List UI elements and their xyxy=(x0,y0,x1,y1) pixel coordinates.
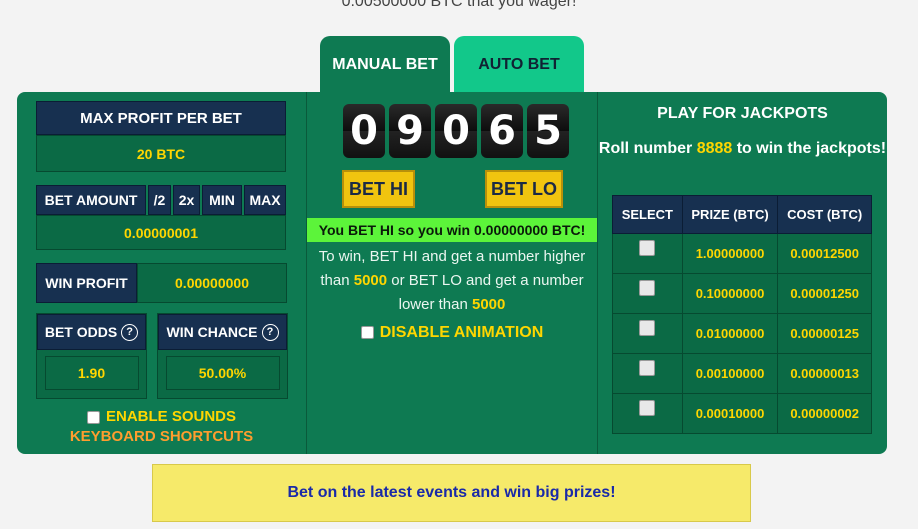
win-rules-text: To win, BET HI and get a number higher t… xyxy=(307,245,597,317)
bet-hi-button[interactable]: BET HI xyxy=(342,170,415,208)
jackpot-prize: 0.00100000 xyxy=(681,353,779,394)
tab-manual-bet[interactable]: MANUAL BET xyxy=(320,36,450,94)
table-row: 0.01000000 0.00000125 xyxy=(612,313,872,354)
bet-panel: MAX PROFIT PER BET 20 BTC BET AMOUNT /2 … xyxy=(17,92,887,454)
enable-sounds-checkbox[interactable] xyxy=(86,410,100,424)
win-profit-label: WIN PROFIT xyxy=(36,263,137,303)
keyboard-shortcuts-link[interactable]: KEYBOARD SHORTCUTS xyxy=(17,428,306,445)
jackpot-prize: 1.00000000 xyxy=(681,233,779,274)
jackpots-subtitle: Roll number 8888 to win the jackpots! xyxy=(598,136,887,161)
bet-odds-box: BET ODDS ? 1.90 xyxy=(36,313,147,399)
bet-amount-label: BET AMOUNT xyxy=(36,185,146,215)
bet-odds-header: BET ODDS ? xyxy=(37,314,146,350)
roll-digit: 5 xyxy=(527,104,569,158)
jackpot-checkbox[interactable] xyxy=(639,400,656,416)
jackpot-checkbox[interactable] xyxy=(639,360,656,376)
jackpots-sub-part: to win the jackpots! xyxy=(732,140,887,157)
jackpot-checkbox[interactable] xyxy=(639,280,656,296)
table-row: 1.00000000 0.00012500 xyxy=(612,233,872,274)
jackpot-select-cell xyxy=(612,273,683,314)
jackpot-select-cell xyxy=(612,353,683,394)
help-icon[interactable]: ? xyxy=(261,323,279,341)
roll-digit: 0 xyxy=(343,104,385,158)
bet-lo-button[interactable]: BET LO xyxy=(485,170,563,208)
bet-amount-input[interactable]: 0.00000001 xyxy=(36,215,286,250)
jackpot-prize: 0.00010000 xyxy=(681,393,779,434)
jackpots-table: SELECT PRIZE (BTC) COST (BTC) 1.00000000… xyxy=(612,195,872,434)
bet-odds-label: BET ODDS xyxy=(44,324,118,340)
jackpot-cost: 0.00012500 xyxy=(777,233,872,274)
jackpot-cost: 0.00000013 xyxy=(777,353,872,394)
table-row: 0.10000000 0.00001250 xyxy=(612,273,872,314)
double-bet-button[interactable]: 2x xyxy=(173,185,200,215)
min-bet-button[interactable]: MIN xyxy=(202,185,242,215)
promo-banner[interactable]: Bet on the latest events and win big pri… xyxy=(152,464,751,522)
disable-animation-option[interactable]: DISABLE ANIMATION xyxy=(307,324,597,342)
jackpots-sub-part: Roll number xyxy=(598,140,697,157)
roll-digit: 9 xyxy=(389,104,431,158)
jackpot-select-cell xyxy=(612,233,683,274)
jackpot-select-cell xyxy=(612,313,683,354)
bet-odds-input[interactable]: 1.90 xyxy=(44,356,139,390)
enable-sounds-option[interactable]: ENABLE SOUNDS xyxy=(17,408,306,425)
table-header-row: SELECT PRIZE (BTC) COST (BTC) xyxy=(612,195,872,234)
half-bet-button[interactable]: /2 xyxy=(148,185,171,215)
tab-auto-bet[interactable]: AUTO BET xyxy=(454,36,584,94)
win-chance-input[interactable]: 50.00% xyxy=(165,356,280,390)
roll-digit: 0 xyxy=(435,104,477,158)
column-header-select: SELECT xyxy=(612,195,683,234)
jackpots-title: PLAY FOR JACKPOTS xyxy=(657,105,828,122)
win-profit-input[interactable]: 0.00000000 xyxy=(137,263,287,303)
max-profit-label: MAX PROFIT PER BET xyxy=(36,101,286,135)
jackpot-select-cell xyxy=(612,393,683,434)
jackpot-cost: 0.00000002 xyxy=(777,393,872,434)
jackpot-prize: 0.10000000 xyxy=(681,273,779,314)
roll-number-display: 0 9 0 6 5 xyxy=(343,104,569,158)
max-bet-button[interactable]: MAX xyxy=(244,185,286,215)
bet-result-message: You BET HI so you win 0.00000000 BTC! xyxy=(307,218,597,242)
win-chance-header: WIN CHANCE ? xyxy=(158,314,287,350)
hi-threshold: 5000 xyxy=(353,272,388,289)
table-row: 0.00010000 0.00000002 xyxy=(612,393,872,434)
jackpot-cost: 0.00001250 xyxy=(777,273,872,314)
jackpot-number: 8888 xyxy=(696,140,733,157)
jackpot-checkbox[interactable] xyxy=(639,240,656,256)
enable-sounds-label: ENABLE SOUNDS xyxy=(105,408,236,425)
win-chance-box: WIN CHANCE ? 50.00% xyxy=(157,313,288,399)
win-chance-label: WIN CHANCE xyxy=(166,324,258,340)
lo-threshold: 5000 xyxy=(472,296,506,313)
help-icon[interactable]: ? xyxy=(121,323,139,341)
table-row: 0.00100000 0.00000013 xyxy=(612,353,872,394)
max-profit-value: 20 BTC xyxy=(36,135,286,172)
bet-amount-controls: BET AMOUNT /2 2x MIN MAX xyxy=(36,185,286,215)
column-header-prize: PRIZE (BTC) xyxy=(681,195,779,234)
jackpot-checkbox[interactable] xyxy=(639,320,656,336)
disable-animation-checkbox[interactable] xyxy=(360,326,374,340)
jackpot-prize: 0.01000000 xyxy=(681,313,779,354)
roll-digit: 6 xyxy=(481,104,523,158)
column-header-cost: COST (BTC) xyxy=(777,195,872,234)
wager-info-text: 0.00500000 BTC that you wager! xyxy=(341,0,577,10)
jackpot-cost: 0.00000125 xyxy=(777,313,872,354)
disable-animation-label: DISABLE ANIMATION xyxy=(379,324,544,341)
